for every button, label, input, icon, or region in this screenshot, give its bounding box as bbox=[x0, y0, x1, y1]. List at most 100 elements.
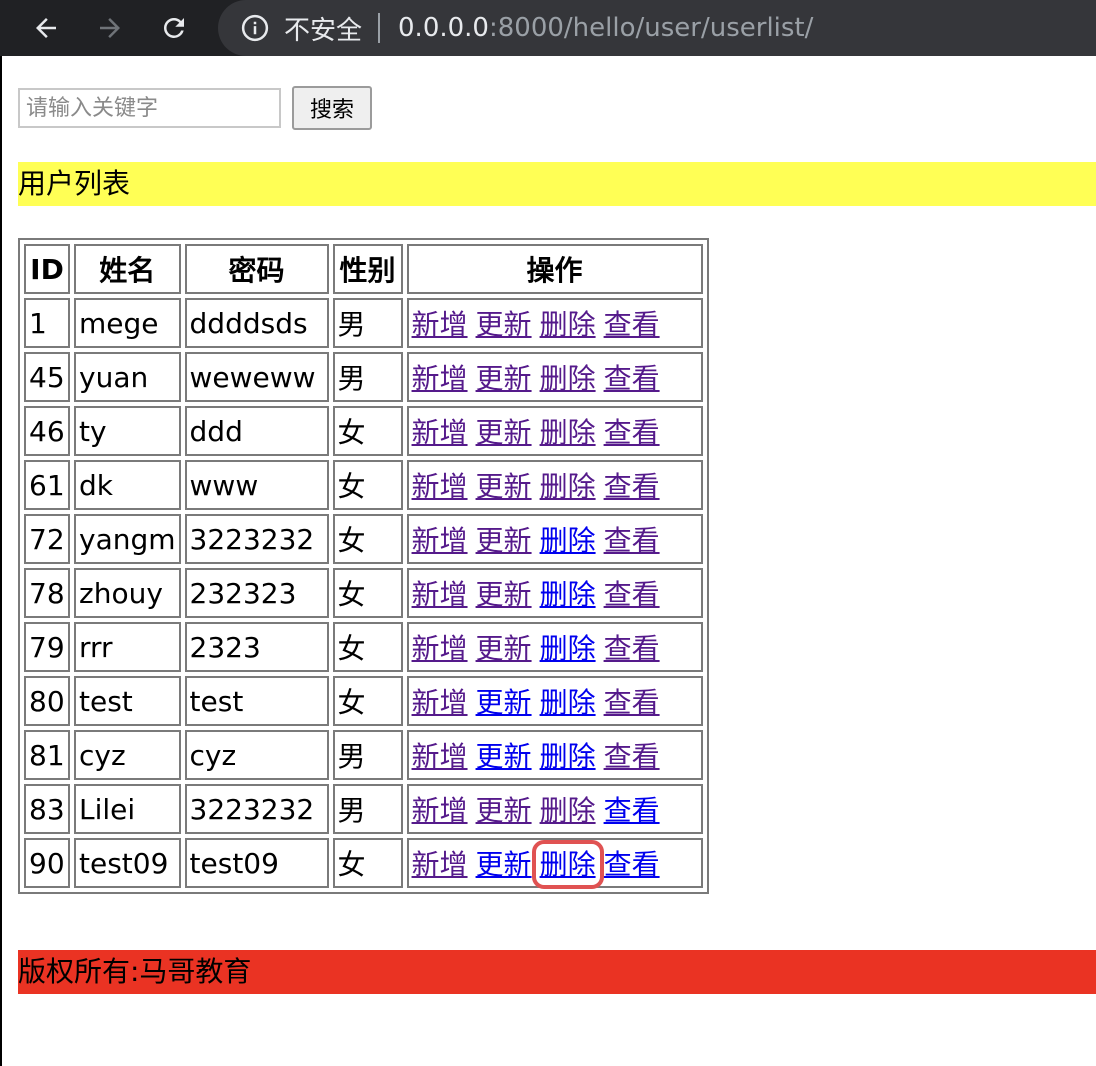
cell-actions: 新增 更新 删除 查看 bbox=[406, 514, 703, 564]
cell-password: weweww bbox=[184, 352, 329, 402]
add-link[interactable]: 新增 bbox=[412, 308, 468, 341]
table-row: 1 mege ddddsds 男新增 更新 删除 查看 bbox=[24, 298, 703, 348]
cell-password: www bbox=[184, 460, 329, 510]
view-link[interactable]: 查看 bbox=[604, 416, 660, 449]
add-link[interactable]: 新增 bbox=[412, 416, 468, 449]
update-link[interactable]: 更新 bbox=[476, 578, 532, 611]
view-link[interactable]: 查看 bbox=[604, 686, 660, 719]
update-link[interactable]: 更新 bbox=[476, 416, 532, 449]
cell-id: 79 bbox=[24, 622, 70, 672]
table-row: 83 Lilei 3223232 男新增 更新 删除 查看 bbox=[24, 784, 703, 834]
update-link[interactable]: 更新 bbox=[476, 686, 532, 719]
table-row: 78 zhouy 232323 女新增 更新 删除 查看 bbox=[24, 568, 703, 618]
cell-gender: 男 bbox=[332, 730, 403, 780]
table-body: 1 mege ddddsds 男新增 更新 删除 查看 45 yuan weweww 男新增 更新 删除… bbox=[24, 298, 703, 889]
delete-link[interactable]: 删除 bbox=[540, 686, 596, 719]
add-link[interactable]: 新增 bbox=[412, 470, 468, 503]
cell-password: test bbox=[184, 676, 329, 726]
search-input[interactable] bbox=[18, 88, 281, 128]
table-row: 90 test09 test09 女新增 更新 删除 查看 bbox=[24, 838, 703, 889]
cell-password: 232323 bbox=[184, 568, 329, 618]
view-link[interactable]: 查看 bbox=[604, 794, 660, 827]
cell-password: ddddsds bbox=[184, 298, 329, 348]
header-password: 密码 bbox=[184, 244, 329, 294]
update-link[interactable]: 更新 bbox=[476, 848, 532, 881]
add-link[interactable]: 新增 bbox=[412, 362, 468, 395]
page-title: 用户列表 bbox=[18, 162, 1096, 206]
delete-link[interactable]: 删除 bbox=[540, 740, 596, 773]
search-button[interactable]: 搜索 bbox=[292, 86, 372, 130]
add-link[interactable]: 新增 bbox=[412, 794, 468, 827]
view-link[interactable]: 查看 bbox=[604, 740, 660, 773]
view-link[interactable]: 查看 bbox=[604, 362, 660, 395]
delete-link[interactable]: 删除 bbox=[540, 416, 596, 449]
cell-password: test09 bbox=[184, 838, 329, 888]
cell-name: rrr bbox=[74, 622, 181, 672]
update-link[interactable]: 更新 bbox=[476, 632, 532, 665]
forward-button[interactable] bbox=[78, 0, 142, 56]
page-content: 搜索 用户列表 ID 姓名 密码 性别 操作 1megeddddsds男新增更新… bbox=[0, 56, 1096, 1066]
cell-actions: 新增 更新 删除 查看 bbox=[406, 352, 703, 402]
cell-gender: 女 bbox=[332, 460, 403, 510]
cell-actions: 新增 更新 删除 查看 bbox=[406, 406, 703, 456]
delete-link[interactable]: 删除 bbox=[540, 524, 596, 557]
cell-actions: 新增 更新 删除 查看 bbox=[406, 568, 703, 618]
cell-actions: 新增 更新 删除 查看 bbox=[406, 676, 703, 726]
cell-password: ddd bbox=[184, 406, 329, 456]
delete-link[interactable]: 删除 bbox=[540, 578, 596, 611]
cell-password: 3223232 bbox=[184, 514, 329, 564]
delete-link[interactable]: 删除 bbox=[540, 362, 596, 395]
address-bar[interactable]: 不安全 0.0.0.0:8000/hello/user/userlist/ bbox=[218, 0, 1096, 56]
cell-id: 90 bbox=[24, 838, 70, 888]
delete-link[interactable]: 删除 bbox=[531, 840, 604, 889]
delete-link[interactable]: 删除 bbox=[540, 470, 596, 503]
cell-name: ty bbox=[74, 406, 181, 456]
address-separator bbox=[378, 13, 381, 43]
header-id: ID bbox=[24, 244, 70, 294]
add-link[interactable]: 新增 bbox=[412, 524, 468, 557]
delete-link[interactable]: 删除 bbox=[540, 308, 596, 341]
view-link[interactable]: 查看 bbox=[604, 470, 660, 503]
browser-toolbar: 不安全 0.0.0.0:8000/hello/user/userlist/ bbox=[0, 0, 1096, 56]
view-link[interactable]: 查看 bbox=[604, 632, 660, 665]
update-link[interactable]: 更新 bbox=[476, 524, 532, 557]
cell-name: test bbox=[74, 676, 181, 726]
header-actions: 操作 bbox=[406, 244, 703, 294]
info-icon[interactable] bbox=[240, 13, 270, 43]
cell-actions: 新增 更新 删除 查看 bbox=[406, 838, 703, 889]
delete-link[interactable]: 删除 bbox=[540, 794, 596, 827]
add-link[interactable]: 新增 bbox=[412, 632, 468, 665]
update-link[interactable]: 更新 bbox=[476, 794, 532, 827]
add-link[interactable]: 新增 bbox=[412, 848, 468, 881]
cell-password: 3223232 bbox=[184, 784, 329, 834]
cell-name: zhouy bbox=[74, 568, 181, 618]
view-link[interactable]: 查看 bbox=[604, 308, 660, 341]
view-link[interactable]: 查看 bbox=[604, 524, 660, 557]
cell-actions: 新增 更新 删除 查看 bbox=[406, 784, 703, 834]
reload-button[interactable] bbox=[142, 0, 206, 56]
update-link[interactable]: 更新 bbox=[476, 362, 532, 395]
update-link[interactable]: 更新 bbox=[476, 308, 532, 341]
cell-gender: 男 bbox=[332, 352, 403, 402]
table-row: 79 rrr 2323 女新增 更新 删除 查看 bbox=[24, 622, 703, 672]
security-label[interactable]: 不安全 bbox=[284, 10, 362, 47]
delete-link[interactable]: 删除 bbox=[540, 632, 596, 665]
cell-id: 1 bbox=[24, 298, 70, 348]
cell-id: 83 bbox=[24, 784, 70, 834]
cell-id: 72 bbox=[24, 514, 70, 564]
add-link[interactable]: 新增 bbox=[412, 686, 468, 719]
cell-actions: 新增 更新 删除 查看 bbox=[406, 460, 703, 510]
cell-id: 61 bbox=[24, 460, 70, 510]
url-text[interactable]: 0.0.0.0:8000/hello/user/userlist/ bbox=[398, 13, 813, 43]
view-link[interactable]: 查看 bbox=[604, 848, 660, 881]
back-button[interactable] bbox=[14, 0, 78, 56]
view-link[interactable]: 查看 bbox=[604, 578, 660, 611]
update-link[interactable]: 更新 bbox=[476, 470, 532, 503]
cell-gender: 女 bbox=[332, 568, 403, 618]
cell-name: test09 bbox=[74, 838, 181, 888]
update-link[interactable]: 更新 bbox=[476, 740, 532, 773]
add-link[interactable]: 新增 bbox=[412, 740, 468, 773]
back-arrow-icon bbox=[36, 18, 56, 38]
add-link[interactable]: 新增 bbox=[412, 578, 468, 611]
url-path: :8000/hello/user/userlist/ bbox=[488, 13, 814, 43]
